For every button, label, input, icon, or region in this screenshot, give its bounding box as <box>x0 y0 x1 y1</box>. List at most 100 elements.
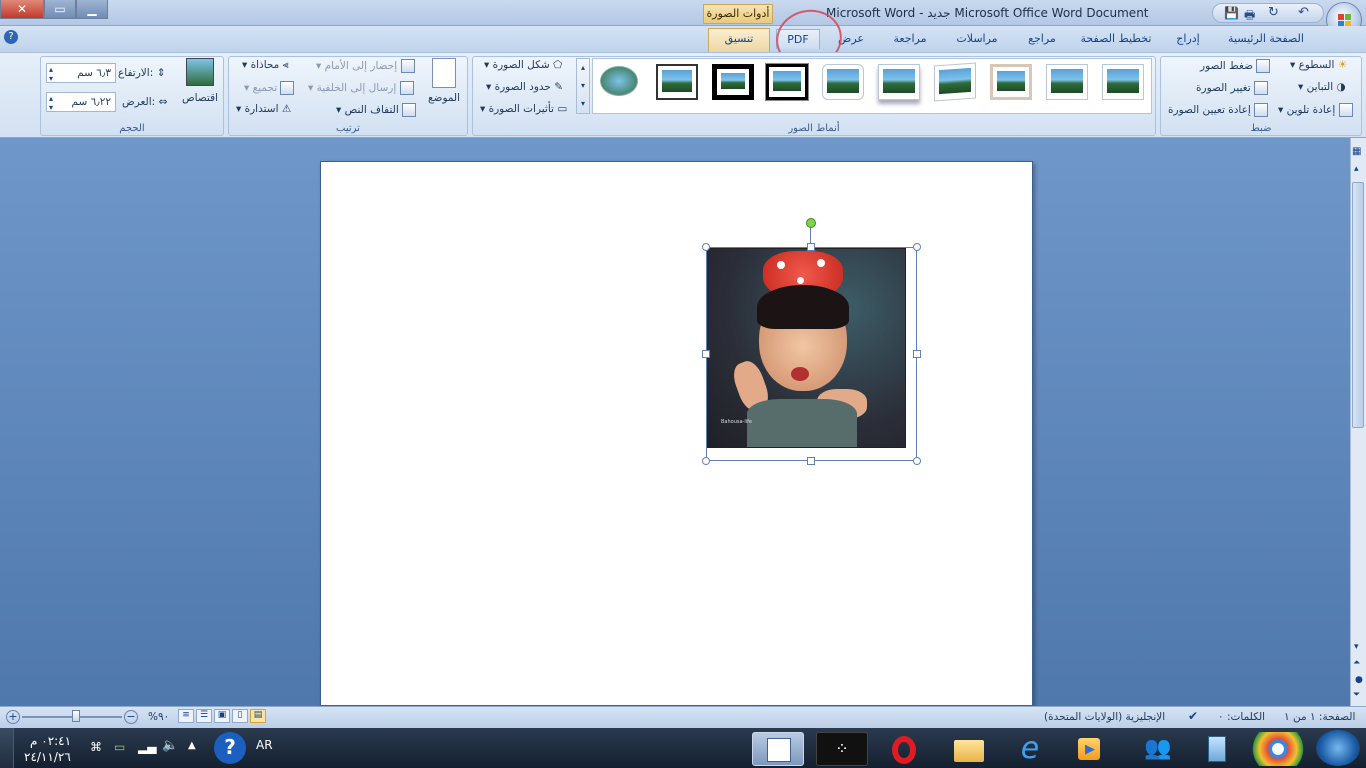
zoom-in-icon[interactable]: + <box>6 710 20 724</box>
height-input[interactable]: ▴ ▾ ٦٫٣ سم <box>46 63 116 83</box>
position-button[interactable]: الموضع <box>426 58 462 114</box>
zoom-level[interactable]: %٩٠ <box>148 711 169 723</box>
rotate-handle[interactable] <box>806 218 816 228</box>
zoom-slider-thumb[interactable] <box>72 710 80 722</box>
volume-icon[interactable]: 🔈 <box>162 738 178 753</box>
tab-page-layout[interactable]: تخطيط الصفحة <box>1076 29 1156 49</box>
document-page[interactable] <box>320 161 1033 706</box>
help-icon[interactable]: ? <box>4 30 18 44</box>
change-picture-button[interactable]: تغيير الصورة <box>1196 81 1269 95</box>
text-wrapping-button[interactable]: ▾ التفاف النص <box>336 103 417 117</box>
style-thumb-5[interactable] <box>878 64 920 100</box>
print-icon[interactable]: 🖶 <box>1244 6 1255 27</box>
scroll-up-icon[interactable]: ▴ <box>1354 164 1359 174</box>
tab-mailings[interactable]: مراسلات <box>948 29 1006 49</box>
style-thumb-10[interactable] <box>600 66 638 96</box>
undo-icon[interactable]: ↶ <box>1298 5 1309 20</box>
network-icon[interactable]: ▂▄ <box>138 740 156 754</box>
word-count[interactable]: الكلمات: ٠ <box>1218 711 1265 723</box>
resize-handle-se[interactable] <box>913 457 921 465</box>
tab-format[interactable]: تنسيق <box>708 28 770 52</box>
gallery-scroll[interactable]: ▴ ▾ ▾ <box>576 58 590 114</box>
style-thumb-2[interactable] <box>1046 64 1088 100</box>
taskbar-app-opera[interactable] <box>878 732 930 766</box>
style-thumb-7[interactable] <box>765 63 809 101</box>
ruler-toggle-icon[interactable]: ▦ <box>1352 146 1361 157</box>
next-page-icon[interactable]: ⏷ <box>1353 690 1360 700</box>
show-desktop-button[interactable] <box>0 728 14 768</box>
devices-icon[interactable]: ⌘ <box>90 740 102 754</box>
style-thumb-6[interactable] <box>822 64 864 100</box>
style-thumb-9[interactable] <box>656 64 698 100</box>
picture-border-button[interactable]: ▾ حدود الصورة ✎ <box>486 81 563 93</box>
picture-shape-button[interactable]: ▾ شكل الصورة ⬠ <box>484 59 562 71</box>
show-hidden-icons[interactable]: ▲ <box>188 740 196 751</box>
style-thumb-8[interactable] <box>712 64 754 100</box>
outline-view-icon[interactable]: ☰ <box>196 709 212 723</box>
close-button[interactable]: ✕ <box>0 0 44 19</box>
taskbar-app-explorer[interactable] <box>942 732 994 766</box>
taskbar-app-chrome[interactable] <box>1252 732 1304 766</box>
effects-icon: ▭ <box>557 103 568 115</box>
tab-references[interactable]: مراجع <box>1020 29 1064 49</box>
picture-effects-button[interactable]: ▾ تأثيرات الصورة ▭ <box>480 103 567 115</box>
bring-to-front-button[interactable]: ▾ إحضار إلى الأمام <box>316 59 415 73</box>
web-layout-icon[interactable]: ▣ <box>214 709 230 723</box>
help-tray-icon[interactable]: ? <box>214 732 246 764</box>
previous-page-icon[interactable]: ⏶ <box>1353 658 1360 668</box>
width-input[interactable]: ▴ ▾ ٦٫٢٢ سم <box>46 92 116 112</box>
resize-handle-nw[interactable] <box>702 243 710 251</box>
tab-home[interactable]: الصفحة الرئيسية <box>1222 29 1310 49</box>
taskbar-app-ie[interactable]: e <box>1004 732 1056 766</box>
resize-handle-w[interactable] <box>702 350 710 358</box>
draft-view-icon[interactable]: ≡ <box>178 709 194 723</box>
taskbar-app-messenger[interactable]: 👥 <box>1132 732 1184 766</box>
scroll-down-icon[interactable]: ▾ <box>1354 642 1359 652</box>
resize-handle-sw[interactable] <box>702 457 710 465</box>
redo-icon[interactable]: ↻ <box>1268 5 1279 20</box>
taskbar-app-word[interactable] <box>752 732 804 766</box>
page-count[interactable]: الصفحة: ١ من ١ <box>1284 711 1355 723</box>
taskbar-app-notepad[interactable] <box>1192 732 1244 766</box>
language-indicator[interactable]: الإنجليزية (الولايات المتحدة) <box>1044 711 1165 723</box>
recolor-icon <box>1338 103 1353 117</box>
group-button[interactable]: ▾ تجميع <box>244 81 295 95</box>
contrast-button[interactable]: ▾ التباين ◑ <box>1298 81 1346 93</box>
resize-handle-ne[interactable] <box>913 243 921 251</box>
clock-time[interactable]: ٠٢:٤١ م <box>30 734 71 748</box>
minimize-button[interactable]: ▁ <box>76 0 108 19</box>
taskbar-app-blackberry[interactable]: ⁘ <box>816 732 868 766</box>
proofing-icon[interactable]: ✔ <box>1188 709 1198 723</box>
recolor-button[interactable]: ▾ إعادة تلوين <box>1278 103 1353 117</box>
crop-button[interactable]: اقتصاص <box>180 58 220 114</box>
clock-date[interactable]: ٢٤/١١/٢٦ <box>24 750 71 764</box>
rotate-button[interactable]: ▾ استدارة ⚠ <box>236 103 291 115</box>
brightness-button[interactable]: ▾ السطوع ☀ <box>1290 59 1347 71</box>
contrast-icon: ◑ <box>1336 81 1346 93</box>
taskbar-app-media[interactable]: ▶ <box>1062 732 1114 766</box>
compress-pictures-button[interactable]: ضغط الصور <box>1200 59 1271 73</box>
reading-view-icon[interactable]: ▯ <box>232 709 248 723</box>
maximize-button[interactable]: ▭ <box>44 0 76 19</box>
tab-insert[interactable]: إدراج <box>1168 29 1208 49</box>
start-button[interactable] <box>1316 730 1360 766</box>
resize-handle-n[interactable] <box>807 243 815 251</box>
align-button[interactable]: ▾ محاذاة ⫷ <box>242 59 289 72</box>
send-to-back-button[interactable]: ▾ إرسال إلى الخلفية <box>308 81 414 95</box>
resize-handle-s[interactable] <box>807 457 815 465</box>
print-layout-icon[interactable]: ▤ <box>250 709 266 723</box>
resize-handle-e[interactable] <box>913 350 921 358</box>
save-icon[interactable]: 💾 <box>1224 6 1239 20</box>
scroll-thumb[interactable] <box>1352 182 1364 428</box>
reset-picture-button[interactable]: إعادة تعيين الصورة <box>1168 103 1269 117</box>
battery-icon[interactable]: ▭ <box>114 740 125 754</box>
zoom-out-icon[interactable]: − <box>124 710 138 724</box>
tab-review[interactable]: مراجعة <box>886 29 934 49</box>
style-thumb-3[interactable] <box>990 64 1032 100</box>
language-bar[interactable]: AR <box>256 738 273 752</box>
style-thumb-4[interactable] <box>934 62 976 102</box>
style-thumb-1[interactable] <box>1102 64 1144 100</box>
height-icon: ⇕ <box>156 67 166 79</box>
browse-object-icon[interactable]: ● <box>1355 675 1363 685</box>
dropdown-arrow-icon: ▾ <box>1278 104 1287 116</box>
